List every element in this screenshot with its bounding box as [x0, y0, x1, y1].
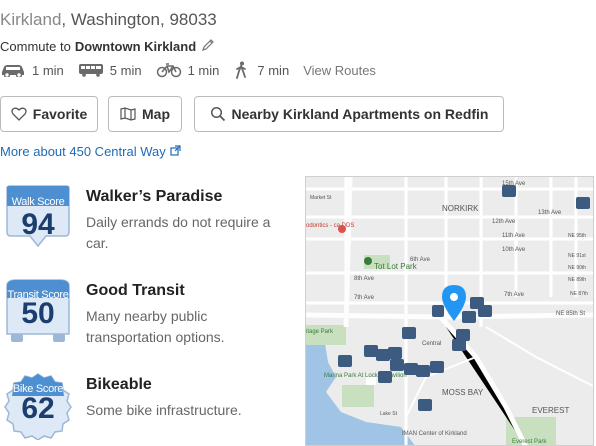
map-label-8th: 8th Ave: [354, 276, 375, 282]
address-line: Kirkland, Washington, 98033: [0, 10, 217, 30]
transit-score-badge[interactable]: Transit Score 50: [2, 278, 74, 346]
bike-icon: [156, 62, 182, 78]
more-about-link[interactable]: More about 450 Central Way: [0, 144, 181, 159]
map-label-everest-park: Everest Park: [512, 439, 547, 445]
favorite-label: Favorite: [32, 106, 88, 122]
favorite-button[interactable]: Favorite: [0, 96, 98, 132]
map-label-ne90: NE 90th: [568, 265, 586, 271]
heritage-park-area: [306, 325, 346, 345]
mode-walk-time: 7 min: [257, 62, 290, 78]
map-label-7th: 7th Ave: [354, 295, 375, 301]
mode-car-time: 1 min: [32, 62, 64, 78]
map-label-12th: 12th Ave: [492, 219, 516, 225]
walk-icon: [233, 61, 249, 79]
walk-score-description: Daily errands do not require a car.: [86, 214, 271, 251]
map-label-dental: odontics - ca DDS: [306, 223, 354, 229]
commute-modes: 1 min 5 min 1 min 7 min View Routes: [0, 60, 376, 80]
transit-score-description: Many nearby public transportation option…: [86, 308, 225, 345]
view-routes-link[interactable]: View Routes: [303, 63, 376, 78]
map-label-moss-bay: MOSS BAY: [442, 388, 484, 397]
park-poi-marker[interactable]: [364, 257, 372, 265]
map-button[interactable]: Map: [108, 96, 182, 132]
address-state-zip: , Washington, 98033: [61, 10, 217, 29]
search-icon: [210, 106, 226, 122]
external-link-icon: [170, 144, 181, 159]
map-label-central: Central: [422, 341, 441, 347]
bus-icon: [78, 62, 104, 78]
map-label-norkirk: NORKIRK: [442, 204, 479, 213]
transit-score-value: 50: [21, 297, 55, 330]
map-label-lake-st: Lake St: [380, 411, 398, 417]
transit-score-heading: Good Transit: [86, 282, 185, 299]
map-label-market-st: Market St: [310, 195, 332, 201]
mode-bike-time: 1 min: [187, 62, 220, 78]
walk-score-badge[interactable]: Walk Score 94: [2, 184, 74, 252]
more-about-label: More about 450 Central Way: [0, 144, 166, 159]
map-label-ne91: NE 91st: [568, 253, 586, 259]
transit-score-block: Transit Score 50 Good Transit Many nearb…: [0, 278, 300, 358]
commute-line: Commute to Downtown Kirkland: [0, 38, 215, 55]
nearby-label: Nearby Kirkland Apartments on Redfin: [231, 106, 489, 122]
map-label-ne87: NE 87th: [570, 291, 588, 297]
bike-score-block: Bike Score 62 Bikeable Some bike infrast…: [0, 372, 300, 446]
mode-bike[interactable]: 1 min: [156, 62, 220, 78]
map-label: Map: [142, 106, 170, 122]
page-title-cropped: [0, 0, 200, 2]
mode-bus-time: 5 min: [109, 62, 142, 78]
heart-icon: [11, 107, 27, 121]
commute-label: Commute to: [0, 39, 71, 54]
map-canvas[interactable]: 15th Ave 13th Ave 12th Ave 11th Ave 10th…: [306, 177, 594, 446]
map-label-10th: 10th Ave: [502, 247, 526, 253]
mode-walk[interactable]: 7 min: [233, 61, 290, 79]
pencil-icon[interactable]: [201, 38, 215, 55]
map-label-ne85: NE 85th St: [556, 311, 585, 317]
bike-score-description: Some bike infrastructure.: [86, 402, 242, 418]
nearby-apartments-button[interactable]: Nearby Kirkland Apartments on Redfin: [194, 96, 504, 132]
map-label-heritage: itage Park: [306, 329, 334, 335]
map-label-marina: Marina Park At Lockes Pavilion: [324, 373, 407, 379]
mode-bus[interactable]: 5 min: [78, 62, 142, 78]
neighborhood-map[interactable]: 15th Ave 13th Ave 12th Ave 11th Ave 10th…: [305, 176, 594, 446]
mode-car[interactable]: 1 min: [0, 62, 64, 78]
walk-score-heading: Walker’s Paradise: [86, 188, 223, 205]
walk-score-label: Walk Score: [11, 196, 65, 208]
address-city: Kirkland: [0, 10, 62, 29]
map-label-center-of-kirkland: IMAN Center of Kirkland: [402, 431, 467, 437]
map-label-everest: EVEREST: [532, 406, 569, 415]
map-label-ne89: NE 89th: [568, 277, 586, 283]
walk-score-value: 94: [21, 208, 55, 241]
marina-park-area: [342, 385, 374, 407]
walk-score-block: Walk Score 94 Walker’s Paradise Daily er…: [0, 184, 300, 264]
map-icon: [120, 107, 136, 121]
bike-score-badge[interactable]: Bike Score 62: [2, 372, 74, 441]
bike-score-value: 62: [21, 392, 55, 425]
map-label-7th-east: 7th Ave: [504, 292, 525, 298]
map-label-13th: 13th Ave: [538, 210, 562, 216]
car-icon: [0, 62, 26, 78]
map-label-tot-lot: Tot Lot Park: [374, 262, 418, 271]
dental-poi-marker[interactable]: [338, 225, 346, 233]
map-label-11th: 11th Ave: [502, 233, 525, 239]
commute-destination[interactable]: Downtown Kirkland: [75, 39, 196, 54]
map-label-ne95: NE 95th: [568, 233, 586, 239]
bike-score-heading: Bikeable: [86, 376, 152, 393]
